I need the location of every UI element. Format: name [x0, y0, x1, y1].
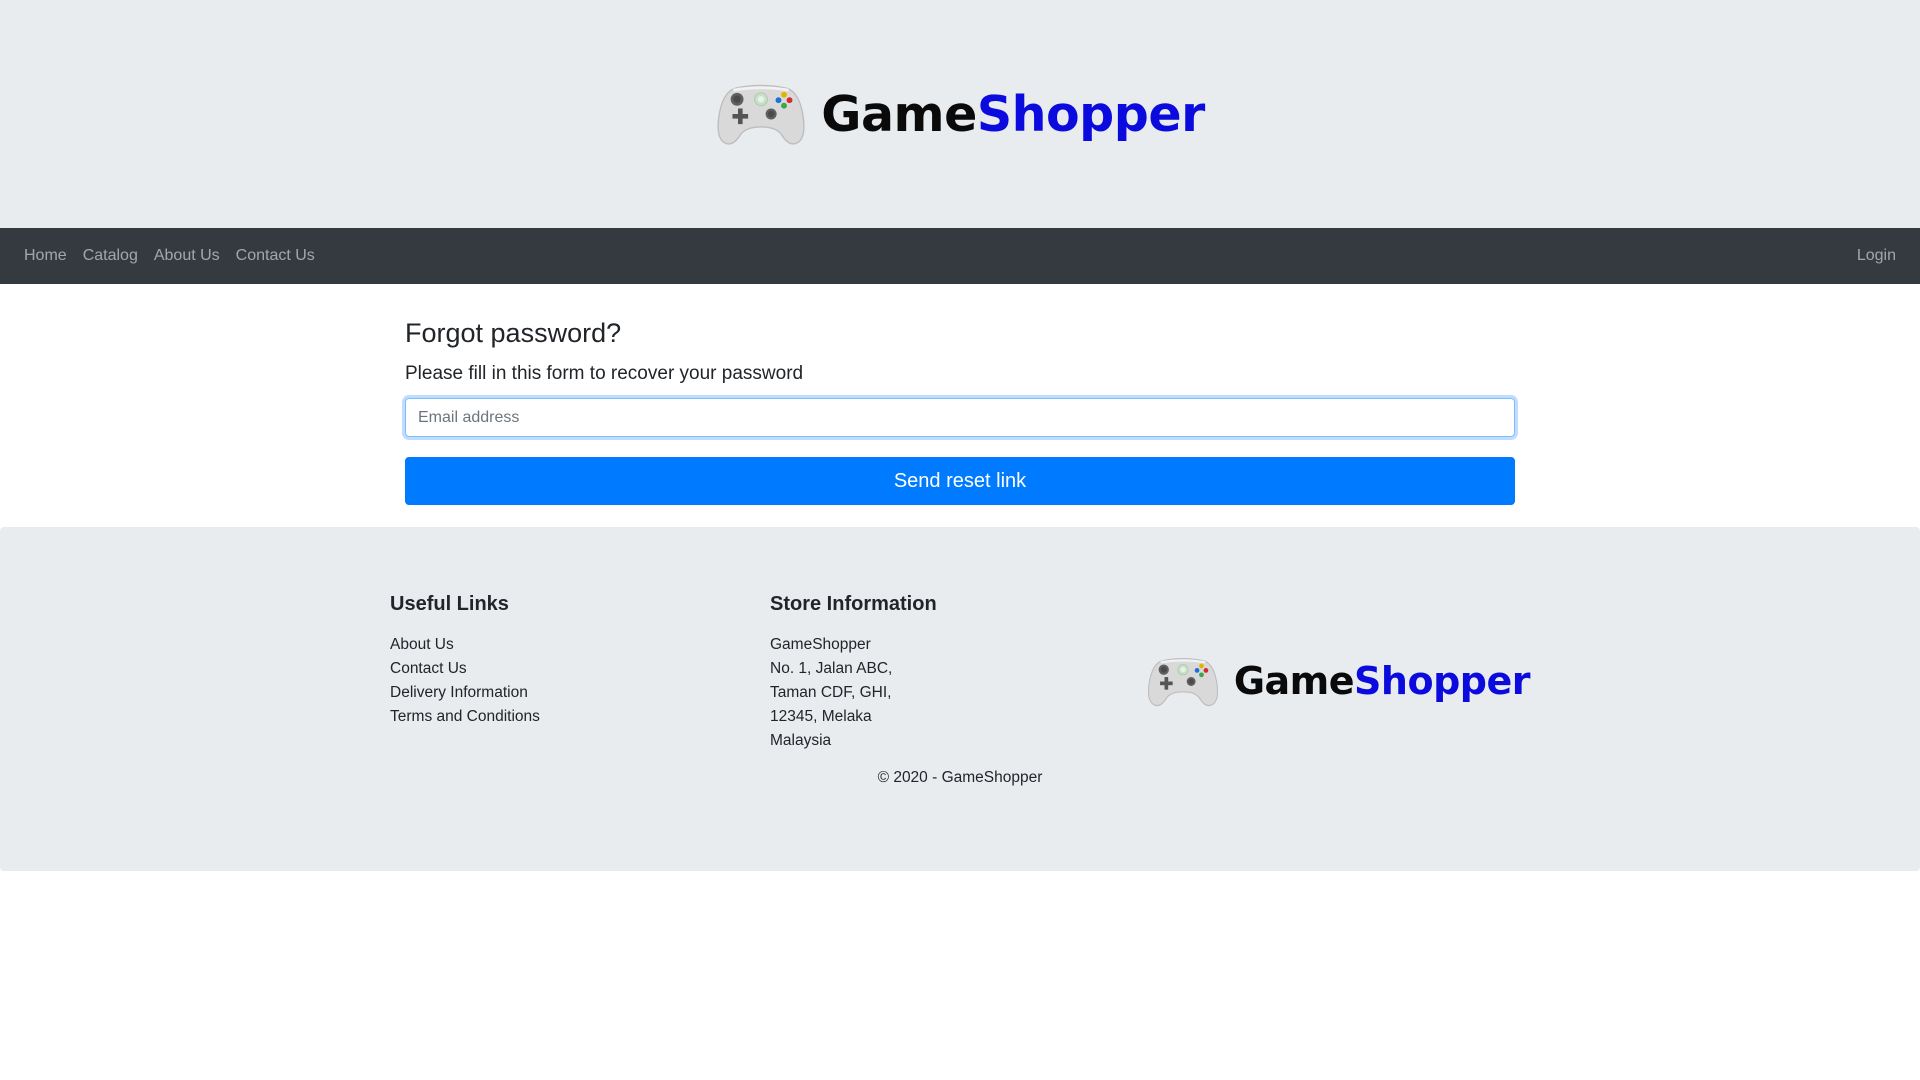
- footer-link-about[interactable]: About Us: [390, 633, 770, 657]
- footer-logo-section: GameShopper: [1147, 593, 1530, 753]
- copyright-text: © 2020 - GameShopper: [877, 769, 1043, 786]
- footer-link-delivery[interactable]: Delivery Information: [390, 681, 770, 705]
- nav-contact-link[interactable]: Contact Us: [228, 239, 323, 273]
- footer-logo: GameShopper: [1146, 609, 1530, 753]
- site-logo[interactable]: GameShopper: [715, 80, 1205, 148]
- page-title: Forgot password?: [405, 318, 622, 348]
- site-footer: Useful Links About Us Contact Us Deliver…: [0, 527, 1920, 871]
- gamepad-icon: [1147, 657, 1218, 706]
- nav-home-link[interactable]: Home: [16, 239, 75, 273]
- useful-links-section: Useful Links About Us Contact Us Deliver…: [390, 593, 770, 753]
- useful-links-heading: Useful Links: [390, 593, 509, 615]
- nav-links: Home Catalog About Us Contact Us: [16, 239, 323, 273]
- store-info-line: GameShopper: [770, 636, 871, 653]
- brand-name: GameShopper: [821, 85, 1205, 143]
- store-info-line: 12345, Melaka: [770, 708, 872, 725]
- nav-right: Login: [1849, 247, 1904, 265]
- gamepad-icon: [717, 84, 805, 145]
- brand-name-part2: Shopper: [976, 85, 1205, 143]
- login-link[interactable]: Login: [1849, 239, 1904, 272]
- footer-brand-name: GameShopper: [1233, 659, 1531, 703]
- site-header: GameShopper: [0, 0, 1920, 228]
- brand-name-part1: Game: [821, 85, 977, 143]
- store-info-line: Taman CDF, GHI,: [770, 684, 892, 701]
- store-info-section: Store Information GameShopper No. 1, Jal…: [770, 593, 1150, 753]
- main-navbar: Home Catalog About Us Contact Us Login: [0, 228, 1920, 284]
- footer-link-terms[interactable]: Terms and Conditions: [390, 705, 770, 729]
- send-reset-link-button[interactable]: Send reset link: [405, 457, 1515, 505]
- nav-catalog-link[interactable]: Catalog: [75, 239, 146, 273]
- email-input[interactable]: [405, 398, 1515, 437]
- nav-about-link[interactable]: About Us: [146, 239, 228, 273]
- store-info-heading: Store Information: [770, 593, 937, 615]
- store-info-line: No. 1, Jalan ABC,: [770, 660, 893, 677]
- footer-link-contact[interactable]: Contact Us: [390, 657, 770, 681]
- brand-name-part2: Shopper: [1354, 659, 1530, 703]
- brand-name-part1: Game: [1233, 659, 1355, 703]
- form-subtitle: Please fill in this form to recover your…: [405, 363, 804, 384]
- store-info-line: Malaysia: [770, 732, 832, 749]
- forgot-password-form: Forgot password? Please fill in this for…: [405, 284, 1515, 519]
